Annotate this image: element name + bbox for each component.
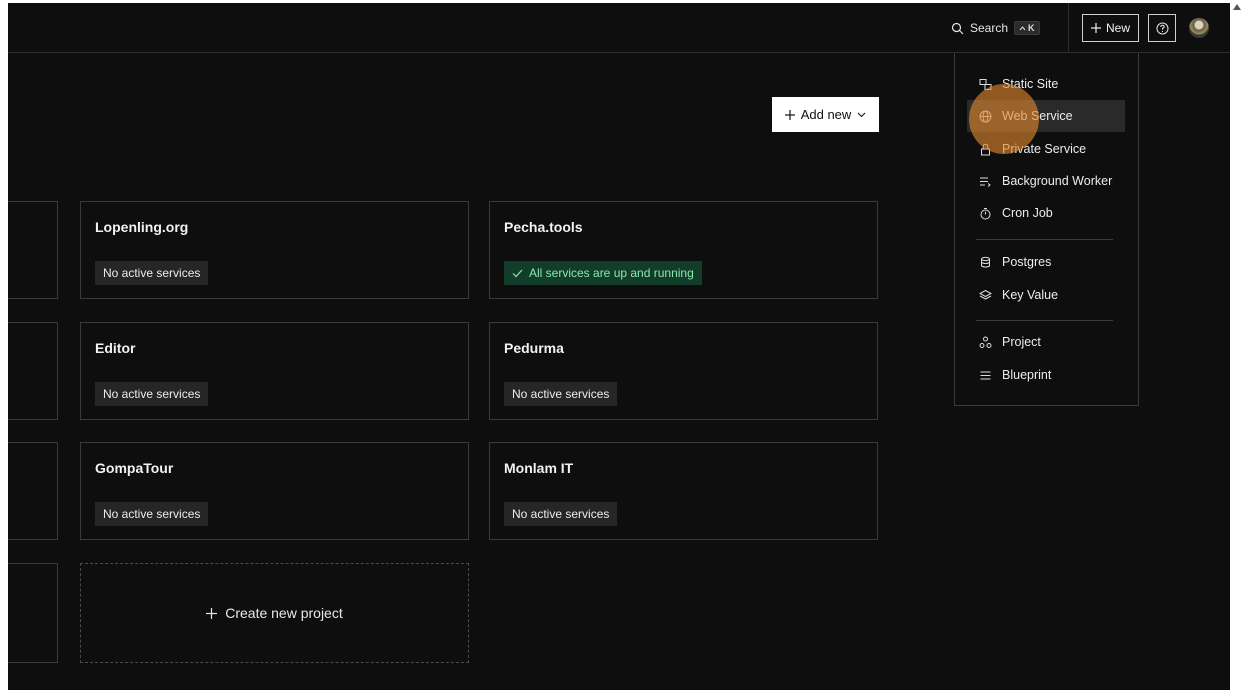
status-text: No active services [103, 387, 201, 401]
blueprint-icon [979, 369, 992, 382]
status-badge: No active services [504, 382, 618, 406]
search-button[interactable]: Search K [951, 16, 1040, 40]
static-site-icon [979, 78, 992, 91]
status-badge: All services are up and running [504, 261, 702, 285]
scroll-up-arrow-icon[interactable] [1233, 4, 1241, 10]
top-bar: Search K New [8, 3, 1230, 53]
page-scrollbar[interactable] [1230, 0, 1244, 690]
project-icon [979, 336, 992, 349]
project-name: Monlam IT [504, 460, 574, 476]
menu-item-label: Postgres [1002, 255, 1052, 269]
project-card-partial[interactable] [8, 201, 58, 299]
menu-item-key-value[interactable]: Key Value [967, 279, 1125, 311]
plus-icon [1090, 23, 1101, 33]
search-shortcut: K [1014, 21, 1040, 35]
chevron-down-icon [857, 112, 866, 118]
project-name: GompaTour [95, 460, 174, 476]
status-text: No active services [512, 507, 610, 521]
menu-item-label: Background Worker [1002, 174, 1113, 188]
menu-divider [976, 320, 1113, 321]
status-text: No active services [103, 266, 201, 280]
project-card[interactable]: Monlam IT No active services [489, 442, 878, 540]
menu-item-label: Web Service [1002, 109, 1073, 123]
check-icon [512, 269, 523, 278]
menu-item-label: Blueprint [1002, 368, 1052, 382]
topbar-divider [1068, 3, 1069, 53]
status-badge: No active services [95, 502, 209, 526]
project-card-partial[interactable] [8, 563, 58, 663]
project-card[interactable]: Pedurma No active services [489, 322, 878, 420]
menu-item-web-service[interactable]: Web Service [967, 100, 1125, 132]
new-dropdown-menu: Static Site Web Service Private Service … [954, 53, 1139, 406]
menu-item-cron-job[interactable]: Cron Job [967, 197, 1125, 229]
project-name: Editor [95, 340, 136, 356]
create-project-button[interactable]: Create new project [80, 563, 469, 663]
help-icon [1156, 22, 1169, 35]
menu-item-label: Private Service [1002, 142, 1087, 156]
worker-icon [979, 175, 992, 188]
menu-item-static-site[interactable]: Static Site [967, 68, 1125, 100]
menu-item-label: Static Site [1002, 77, 1059, 91]
menu-item-blueprint[interactable]: Blueprint [967, 359, 1125, 391]
app-window: Search K New Add new Lopenling.org No ac… [8, 3, 1230, 690]
globe-icon [979, 110, 992, 123]
menu-item-postgres[interactable]: Postgres [967, 246, 1125, 278]
shortcut-key: K [1028, 23, 1035, 33]
menu-item-label: Key Value [1002, 288, 1059, 302]
search-icon [951, 22, 964, 35]
project-name: Pedurma [504, 340, 564, 356]
status-badge: No active services [95, 261, 209, 285]
new-button-label: New [1105, 21, 1130, 35]
menu-item-project[interactable]: Project [967, 326, 1125, 358]
database-icon [979, 256, 992, 269]
project-name: Pecha.tools [504, 219, 583, 235]
menu-item-background-worker[interactable]: Background Worker [967, 165, 1125, 197]
project-card-partial[interactable] [8, 322, 58, 420]
project-name: Lopenling.org [95, 219, 189, 235]
user-avatar[interactable] [1189, 18, 1209, 38]
project-card[interactable]: Pecha.tools All services are up and runn… [489, 201, 878, 299]
status-text: All services are up and running [529, 266, 694, 280]
menu-item-private-service[interactable]: Private Service [967, 133, 1125, 165]
status-badge: No active services [95, 382, 209, 406]
menu-item-label: Cron Job [1002, 206, 1053, 220]
ctrl-key-icon [1019, 25, 1026, 31]
timer-icon [979, 207, 992, 220]
layers-icon [979, 289, 992, 302]
search-label: Search [970, 21, 1009, 35]
project-card[interactable]: Editor No active services [80, 322, 469, 420]
plus-icon [784, 109, 795, 120]
add-new-button[interactable]: Add new [772, 97, 879, 132]
new-button[interactable]: New [1082, 14, 1139, 42]
status-text: No active services [103, 507, 201, 521]
add-new-label: Add new [800, 107, 852, 122]
plus-icon [206, 607, 218, 619]
help-button[interactable] [1148, 14, 1176, 42]
menu-divider [976, 239, 1113, 240]
project-card[interactable]: GompaTour No active services [80, 442, 469, 540]
create-project-label: Create new project [225, 605, 343, 621]
status-text: No active services [512, 387, 610, 401]
status-badge: No active services [504, 502, 618, 526]
menu-item-label: Project [1002, 335, 1041, 349]
lock-icon [979, 143, 992, 156]
project-card[interactable]: Lopenling.org No active services [80, 201, 469, 299]
project-card-partial[interactable] [8, 442, 58, 540]
